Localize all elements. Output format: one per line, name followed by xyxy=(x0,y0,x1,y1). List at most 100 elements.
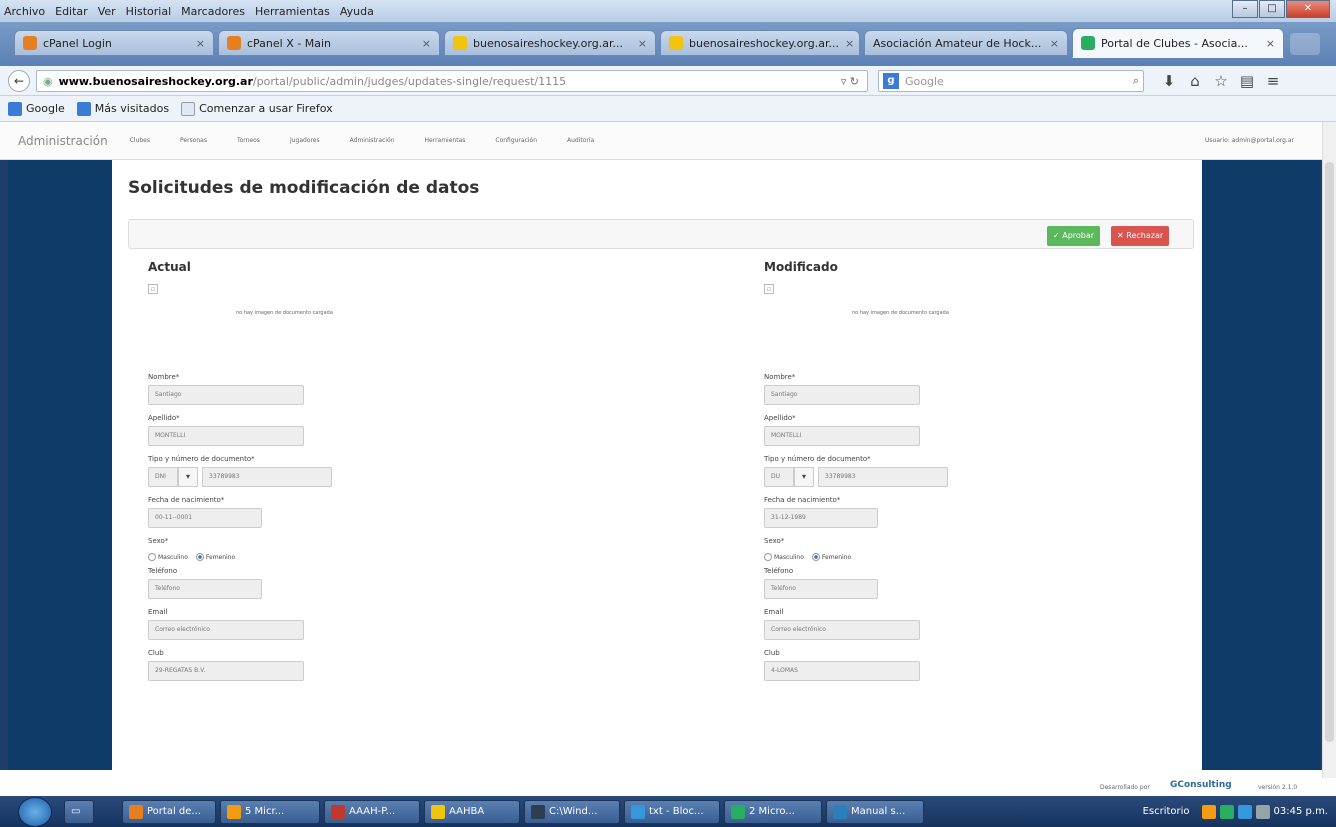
left-sidebar-background xyxy=(8,160,112,770)
modificado-column: Modificado ▫ no hay imagen de documento … xyxy=(764,260,1234,681)
company-logo[interactable]: GConsulting xyxy=(1170,780,1232,790)
nav-torneos[interactable]: Torneos xyxy=(237,137,260,144)
taskbar-item-micr[interactable]: 5 Micr... xyxy=(220,799,320,824)
taskbar-item-aaah[interactable]: AAAH-P... xyxy=(324,799,420,824)
menu-ayuda[interactable]: Ayuda xyxy=(340,5,374,18)
telefono-field[interactable]: Teléfono xyxy=(764,579,878,599)
search-box[interactable]: g Google ⌕ xyxy=(878,70,1144,92)
nacimiento-field[interactable]: 31-12-1989 xyxy=(764,508,878,528)
taskbar-item-manual[interactable]: Manual s... xyxy=(826,799,924,824)
desktop-toolbar[interactable]: Escritorio xyxy=(1143,806,1190,817)
doc-number-field[interactable]: 33789983 xyxy=(202,467,332,487)
masculino-label: Masculino xyxy=(158,553,188,561)
close-tab-icon[interactable]: × xyxy=(416,37,431,50)
club-field[interactable]: 29-REGATAS B.V. xyxy=(148,661,304,681)
menu-ver[interactable]: Ver xyxy=(98,5,116,18)
taskbar-item-portal[interactable]: Portal de... xyxy=(122,799,216,824)
menu-herramientas[interactable]: Herramientas xyxy=(255,5,330,18)
nav-personas[interactable]: Personas xyxy=(180,137,207,144)
home-icon[interactable]: ⌂ xyxy=(1182,72,1208,90)
tab-cpanel-login[interactable]: cPanel Login × xyxy=(14,30,214,56)
doc-type-field[interactable]: DU xyxy=(764,467,794,487)
bookmarks-menu-icon[interactable]: ▤ xyxy=(1234,72,1260,90)
close-tab-icon[interactable]: × xyxy=(839,37,854,50)
taskbar-item-cmd[interactable]: C:\Wind... xyxy=(524,799,620,824)
action-bar: ✓ Aprobar ✕ Rechazar xyxy=(128,219,1194,249)
bookmark-google[interactable]: Google xyxy=(8,101,65,116)
close-tab-icon[interactable]: × xyxy=(632,37,647,50)
download-icon[interactable]: ⬇ xyxy=(1156,72,1182,90)
email-field[interactable]: Correo electrónico xyxy=(764,620,920,640)
taskbar-item-aahba[interactable]: AAHBA xyxy=(424,799,520,824)
menu-marcadores[interactable]: Marcadores xyxy=(181,5,245,18)
menu-editar[interactable]: Editar xyxy=(55,5,88,18)
reload-icon[interactable]: ▿ ↻ xyxy=(841,75,859,88)
minimize-button[interactable]: – xyxy=(1232,0,1258,18)
actual-column: Actual ▫ no hay imagen de documento carg… xyxy=(148,260,618,681)
hamburger-menu-icon[interactable]: ≡ xyxy=(1260,72,1286,90)
acrobat-icon xyxy=(331,804,345,819)
nav-auditoria[interactable]: Auditoría xyxy=(567,137,594,144)
tray-app-icon[interactable] xyxy=(1219,804,1234,819)
close-tab-icon[interactable]: × xyxy=(190,37,205,50)
cpanel-icon xyxy=(23,36,37,50)
apellido-field[interactable]: MONTELLI xyxy=(148,426,304,446)
tab-buenosaireshockey-2[interactable]: buenosaireshockey.org.ar... × xyxy=(660,30,860,56)
network-icon[interactable] xyxy=(1237,804,1252,819)
bookmark-star-icon[interactable]: ☆ xyxy=(1208,72,1234,90)
clock[interactable]: 03:45 p.m. xyxy=(1274,806,1328,817)
scrollbar-thumb[interactable] xyxy=(1325,162,1334,742)
reject-button[interactable]: ✕ Rechazar xyxy=(1111,226,1170,246)
nacimiento-field[interactable]: 00-11--0001 xyxy=(148,508,262,528)
close-window-button[interactable]: ✕ xyxy=(1286,0,1330,18)
tab-portal-clubes[interactable]: Portal de Clubes - Asocia... × xyxy=(1072,28,1284,58)
tab-asociacion[interactable]: Asociación Amateur de Hock... × xyxy=(864,30,1068,56)
tab-buenosaireshockey-1[interactable]: buenosaireshockey.org.ar... × xyxy=(444,30,656,56)
maximize-button[interactable]: □ xyxy=(1259,0,1285,18)
doc-number-field[interactable]: 33789983 xyxy=(818,467,948,487)
windows-start-icon[interactable] xyxy=(18,796,52,827)
email-field[interactable]: Correo electrónico xyxy=(148,620,304,640)
club-label: Club xyxy=(764,649,780,657)
tab-cpanel-main[interactable]: cPanel X - Main × xyxy=(218,30,440,56)
radio-femenino[interactable]: Femenino xyxy=(811,553,851,561)
show-desktop-icon[interactable]: ▭ xyxy=(64,799,94,824)
page-scrollbar[interactable] xyxy=(1322,122,1336,778)
club-field[interactable]: 4-LOMAS xyxy=(764,661,920,681)
admin-brand[interactable]: Administración xyxy=(18,134,108,148)
nombre-field[interactable]: Santiago xyxy=(148,385,304,405)
doc-type-field[interactable]: DNI xyxy=(148,467,178,487)
apellido-field[interactable]: MONTELLI xyxy=(764,426,920,446)
radio-masculino[interactable]: Masculino xyxy=(148,553,188,561)
taskbar-label: AAAH-P... xyxy=(349,806,396,817)
close-tab-icon[interactable]: × xyxy=(1044,37,1059,50)
radio-masculino[interactable]: Masculino xyxy=(764,553,804,561)
bookmark-mas-visitados[interactable]: Más visitados xyxy=(76,101,169,116)
approve-button[interactable]: ✓ Aprobar xyxy=(1047,226,1101,246)
address-bar[interactable]: ◉ www.buenosaireshockey.org.ar /portal/p… xyxy=(36,70,868,92)
taskbar-item-notepad[interactable]: txt - Bloc... xyxy=(624,799,720,824)
site-identity-icon[interactable]: ◉ xyxy=(43,75,53,88)
tray-app-icon[interactable] xyxy=(1201,804,1216,819)
menu-historial[interactable]: Historial xyxy=(126,5,171,18)
dropdown-icon[interactable]: ▾ xyxy=(794,467,814,487)
back-arrow-icon[interactable]: ← xyxy=(8,69,30,92)
nav-configuracion[interactable]: Configuración xyxy=(495,137,537,144)
nav-administracion[interactable]: Administración xyxy=(350,137,395,144)
menu-archivo[interactable]: Archivo xyxy=(4,5,45,18)
dropdown-icon[interactable]: ▾ xyxy=(178,467,198,487)
bookmark-comenzar-firefox[interactable]: Comenzar a usar Firefox xyxy=(181,101,333,116)
nav-jugadores[interactable]: Jugadores xyxy=(290,137,320,144)
nav-clubes[interactable]: Clubes xyxy=(130,137,150,144)
radio-femenino[interactable]: Femenino xyxy=(195,553,235,561)
taskbar-item-micro2[interactable]: 2 Micro... xyxy=(724,799,822,824)
volume-icon[interactable] xyxy=(1255,804,1270,819)
telefono-field[interactable]: Teléfono xyxy=(148,579,262,599)
search-icon[interactable]: ⌕ xyxy=(1133,74,1139,88)
new-tab-button[interactable] xyxy=(1290,33,1320,55)
user-menu[interactable]: Usuario: admin@portal.org.ar xyxy=(1205,137,1294,144)
nombre-field[interactable]: Santiago xyxy=(764,385,920,405)
site-icon xyxy=(669,36,683,50)
close-tab-icon[interactable]: × xyxy=(1260,37,1275,50)
nav-herramientas[interactable]: Herramientas xyxy=(425,137,466,144)
